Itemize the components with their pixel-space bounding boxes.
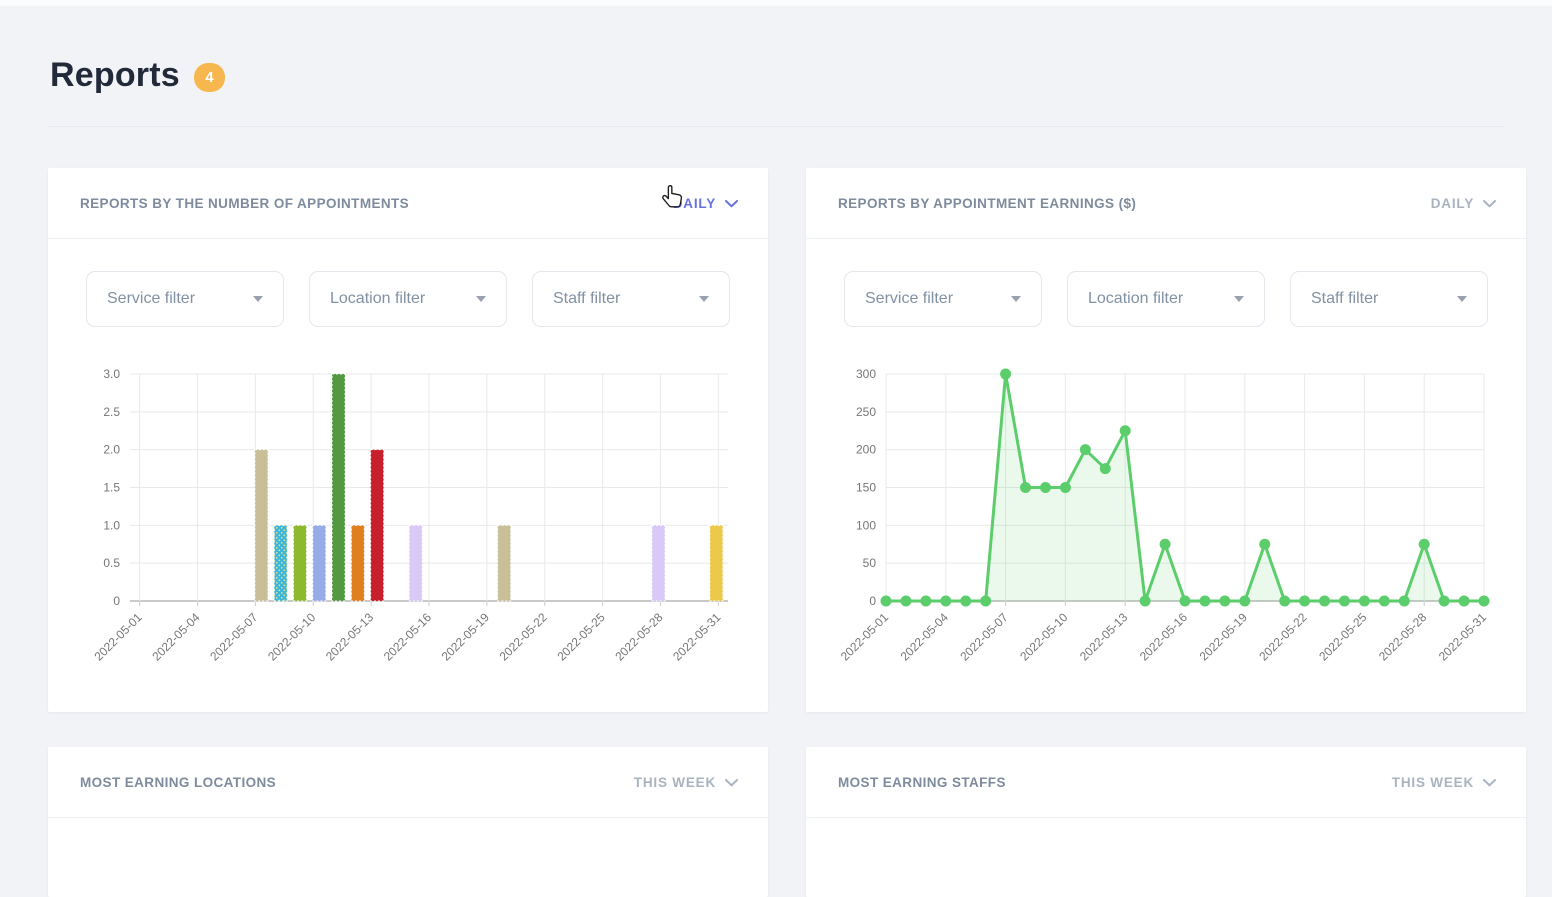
page-title: Reports	[50, 56, 180, 95]
chevron-down-icon	[1483, 199, 1496, 208]
svg-text:0: 0	[113, 594, 120, 608]
svg-text:2022-05-16: 2022-05-16	[381, 610, 435, 664]
location-filter-select[interactable]: Location filter	[1067, 271, 1265, 327]
svg-text:2022-05-04: 2022-05-04	[898, 610, 952, 664]
chevron-down-icon	[725, 199, 738, 208]
card-head: MOST EARNING LOCATIONS THIS WEEK	[48, 747, 768, 818]
svg-text:0.5: 0.5	[103, 556, 120, 570]
card-most-earning-locations: MOST EARNING LOCATIONS THIS WEEK	[48, 747, 768, 897]
svg-text:2022-05-22: 2022-05-22	[497, 610, 551, 664]
period-selector-this-week[interactable]: THIS WEEK	[634, 775, 738, 790]
card-title: MOST EARNING STAFFS	[838, 775, 1006, 790]
caret-down-icon	[1457, 296, 1467, 302]
caret-down-icon	[476, 296, 486, 302]
location-filter-select[interactable]: Location filter	[309, 271, 507, 327]
caret-down-icon	[253, 296, 263, 302]
caret-down-icon	[1011, 296, 1021, 302]
period-label: THIS WEEK	[1392, 775, 1474, 790]
select-label: Service filter	[865, 290, 953, 308]
earnings-line-chart: 0501001502002503002022-05-012022-05-0420…	[806, 364, 1526, 712]
svg-text:2022-05-04: 2022-05-04	[149, 610, 203, 664]
filter-row: Service filter Location filter Staff fil…	[86, 271, 730, 327]
staff-filter-select[interactable]: Staff filter	[1290, 271, 1488, 327]
service-filter-select[interactable]: Service filter	[844, 271, 1042, 327]
chevron-down-icon	[725, 778, 738, 787]
svg-text:2022-05-25: 2022-05-25	[554, 610, 608, 664]
svg-text:2022-05-10: 2022-05-10	[265, 610, 319, 664]
period-label: DAILY	[673, 196, 716, 211]
select-label: Staff filter	[553, 290, 620, 308]
svg-text:2022-05-13: 2022-05-13	[323, 610, 377, 664]
svg-text:2022-05-07: 2022-05-07	[957, 610, 1011, 664]
svg-text:2022-05-19: 2022-05-19	[1197, 610, 1251, 664]
select-label: Service filter	[107, 290, 195, 308]
svg-text:250: 250	[856, 405, 876, 419]
period-selector-daily[interactable]: DAILY	[673, 196, 738, 211]
svg-text:2022-05-07: 2022-05-07	[207, 610, 261, 664]
page-header: Reports 4	[50, 56, 225, 95]
svg-text:0: 0	[869, 594, 876, 608]
svg-text:2022-05-22: 2022-05-22	[1256, 610, 1310, 664]
svg-text:2022-05-31: 2022-05-31	[1436, 610, 1490, 664]
period-selector-daily[interactable]: DAILY	[1431, 196, 1496, 211]
chevron-down-icon	[1483, 778, 1496, 787]
select-label: Location filter	[1088, 290, 1183, 308]
svg-text:2022-05-25: 2022-05-25	[1316, 610, 1370, 664]
svg-text:100: 100	[856, 518, 876, 532]
svg-text:2022-05-31: 2022-05-31	[670, 610, 724, 664]
svg-text:150: 150	[856, 481, 876, 495]
caret-down-icon	[1234, 296, 1244, 302]
svg-text:2.5: 2.5	[103, 405, 120, 419]
filter-row: Service filter Location filter Staff fil…	[844, 271, 1488, 327]
card-most-earning-staffs: MOST EARNING STAFFS THIS WEEK	[806, 747, 1526, 897]
svg-text:1.0: 1.0	[103, 518, 120, 532]
svg-text:2022-05-01: 2022-05-01	[91, 610, 145, 664]
svg-text:1.5: 1.5	[103, 481, 120, 495]
svg-text:2022-05-19: 2022-05-19	[439, 610, 493, 664]
svg-text:2022-05-16: 2022-05-16	[1137, 610, 1191, 664]
reports-count-badge: 4	[194, 63, 225, 92]
card-head: REPORTS BY THE NUMBER OF APPOINTMENTS DA…	[48, 168, 768, 239]
select-label: Location filter	[330, 290, 425, 308]
svg-text:50: 50	[863, 556, 877, 570]
period-label: DAILY	[1431, 196, 1474, 211]
card-head: REPORTS BY APPOINTMENT EARNINGS ($) DAIL…	[806, 168, 1526, 239]
card-title: MOST EARNING LOCATIONS	[80, 775, 276, 790]
svg-text:200: 200	[856, 443, 876, 457]
svg-text:2022-05-13: 2022-05-13	[1077, 610, 1131, 664]
caret-down-icon	[699, 296, 709, 302]
period-selector-this-week[interactable]: THIS WEEK	[1392, 775, 1496, 790]
card-earnings-report: REPORTS BY APPOINTMENT EARNINGS ($) DAIL…	[806, 168, 1526, 712]
svg-text:2.0: 2.0	[103, 443, 120, 457]
service-filter-select[interactable]: Service filter	[86, 271, 284, 327]
staff-filter-select[interactable]: Staff filter	[532, 271, 730, 327]
card-title: REPORTS BY THE NUMBER OF APPOINTMENTS	[80, 196, 409, 211]
card-head: MOST EARNING STAFFS THIS WEEK	[806, 747, 1526, 818]
card-appointments-report: REPORTS BY THE NUMBER OF APPOINTMENTS DA…	[48, 168, 768, 712]
svg-text:2022-05-28: 2022-05-28	[612, 610, 666, 664]
appointments-bar-chart: 00.51.01.52.02.53.02022-05-012022-05-042…	[48, 364, 768, 712]
card-title: REPORTS BY APPOINTMENT EARNINGS ($)	[838, 196, 1136, 211]
select-label: Staff filter	[1311, 290, 1378, 308]
svg-text:300: 300	[856, 367, 876, 381]
period-label: THIS WEEK	[634, 775, 716, 790]
svg-text:3.0: 3.0	[103, 367, 120, 381]
top-strip	[0, 0, 1552, 6]
header-divider	[48, 126, 1504, 127]
svg-text:2022-05-01: 2022-05-01	[838, 610, 892, 664]
svg-text:2022-05-10: 2022-05-10	[1017, 610, 1071, 664]
svg-text:2022-05-28: 2022-05-28	[1376, 610, 1430, 664]
